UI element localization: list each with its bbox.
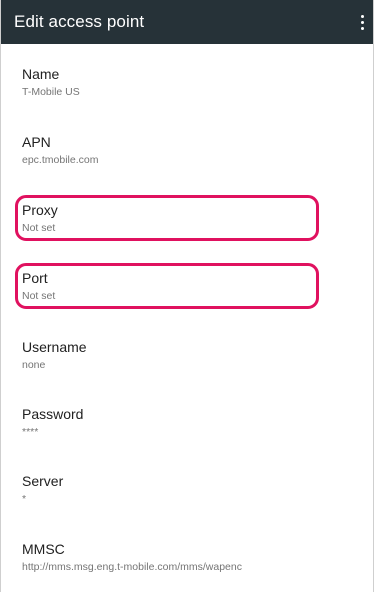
pref-mmsc[interactable]: MMSC http://mms.msg.eng.t-mobile.com/mms… [1, 541, 373, 574]
pref-server-summary: * [22, 493, 27, 505]
pref-apn-summary: epc.tmobile.com [22, 154, 99, 166]
pref-name[interactable]: Name T-Mobile US [1, 66, 373, 99]
pref-password[interactable]: Password **** [1, 406, 373, 439]
pref-username-summary: none [22, 359, 46, 371]
pref-port[interactable]: Port Not set [1, 270, 373, 303]
pref-port-title: Port [22, 270, 48, 286]
pref-proxy-title: Proxy [22, 202, 58, 218]
pref-proxy[interactable]: Proxy Not set [1, 202, 373, 235]
page-title: Edit access point [14, 12, 145, 31]
pref-port-summary: Not set [22, 290, 56, 302]
pref-password-summary: **** [22, 426, 39, 438]
app-bar: Edit access point [1, 0, 373, 44]
pref-apn-title: APN [22, 134, 51, 150]
pref-name-title: Name [22, 66, 60, 82]
pref-server[interactable]: Server * [1, 473, 373, 506]
pref-password-title: Password [22, 406, 84, 422]
pref-username-title: Username [22, 339, 87, 355]
pref-server-title: Server [22, 473, 64, 489]
pref-name-summary: T-Mobile US [22, 86, 80, 98]
pref-mmsc-summary: http://mms.msg.eng.t-mobile.com/mms/wape… [22, 561, 242, 573]
pref-apn[interactable]: APN epc.tmobile.com [1, 134, 373, 167]
pref-username[interactable]: Username none [1, 339, 373, 372]
more-vert-icon[interactable] [355, 8, 369, 36]
pref-mmsc-title: MMSC [22, 541, 65, 557]
edit-access-point-screen: Edit access point Name T-Mobile US APN e… [0, 0, 374, 592]
pref-proxy-summary: Not set [22, 222, 56, 234]
